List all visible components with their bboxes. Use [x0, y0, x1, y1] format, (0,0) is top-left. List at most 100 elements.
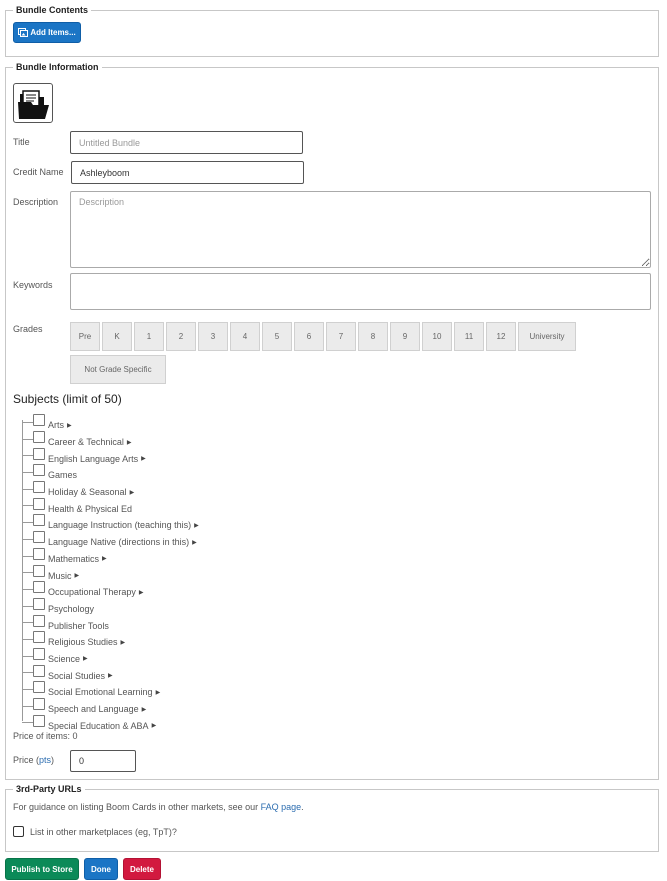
subject-label[interactable]: Holiday & Seasonal [48, 487, 127, 497]
expand-arrow-icon[interactable]: ▶ [156, 689, 161, 696]
title-label: Title [13, 137, 30, 147]
expand-arrow-icon[interactable]: ▶ [75, 572, 80, 579]
subject-item: Psychology [22, 597, 322, 615]
expand-arrow-icon[interactable]: ▶ [108, 672, 113, 679]
publish-to-store-button[interactable]: Publish to Store [5, 858, 79, 880]
delete-button[interactable]: Delete [123, 858, 161, 880]
subject-label[interactable]: Social Emotional Learning [48, 687, 153, 697]
grade-7[interactable]: 7 [326, 322, 356, 351]
subject-checkbox[interactable] [33, 564, 45, 577]
expand-arrow-icon[interactable]: ▶ [194, 522, 199, 529]
subject-checkbox[interactable] [33, 597, 45, 610]
price-label: Price (pts) [13, 755, 55, 765]
done-button[interactable]: Done [84, 858, 118, 880]
add-image-icon [18, 28, 29, 37]
subject-item: Social Emotional Learning ▶ [22, 681, 322, 698]
subject-label[interactable]: Arts [48, 420, 64, 430]
grade-12[interactable]: 12 [486, 322, 516, 351]
subject-checkbox[interactable] [33, 447, 45, 460]
expand-arrow-icon[interactable]: ▶ [83, 655, 88, 662]
grade-pre[interactable]: Pre [70, 322, 100, 351]
bundle-icon-tile[interactable] [13, 83, 53, 123]
subject-item: Mathematics ▶ [22, 547, 322, 565]
subject-item: Language Native (directions in this) ▶ [22, 531, 322, 548]
grade-3[interactable]: 3 [198, 322, 228, 351]
subject-checkbox[interactable] [33, 514, 45, 527]
expand-arrow-icon[interactable]: ▶ [121, 639, 126, 646]
subject-label[interactable]: Music [48, 571, 72, 581]
grade-8[interactable]: 8 [358, 322, 388, 351]
subject-checkbox[interactable] [33, 631, 45, 644]
subject-label[interactable]: Career & Technical [48, 437, 124, 447]
guidance-text-end: . [301, 802, 304, 812]
expand-arrow-icon[interactable]: ▶ [130, 489, 135, 496]
title-input[interactable] [70, 131, 303, 154]
subject-label[interactable]: Social Studies [48, 671, 105, 681]
subject-label[interactable]: Health & Physical Ed [48, 504, 132, 514]
grade-4[interactable]: 4 [230, 322, 260, 351]
subject-item: Science ▶ [22, 647, 322, 665]
keywords-input[interactable] [70, 273, 651, 310]
subject-item: Music ▶ [22, 564, 322, 581]
subject-label[interactable]: Psychology [48, 604, 94, 614]
subject-checkbox[interactable] [33, 647, 45, 660]
credit-name-input[interactable] [71, 161, 304, 184]
subject-checkbox[interactable] [33, 698, 45, 711]
subject-checkbox[interactable] [33, 414, 45, 427]
subject-label[interactable]: Games [48, 470, 77, 480]
subject-label[interactable]: Science [48, 654, 80, 664]
grade-10[interactable]: 10 [422, 322, 452, 351]
grade-9[interactable]: 9 [390, 322, 420, 351]
expand-arrow-icon[interactable]: ▶ [67, 422, 72, 429]
subject-label[interactable]: Special Education & ABA [48, 721, 149, 731]
subject-checkbox[interactable] [33, 614, 45, 627]
subject-label[interactable]: Religious Studies [48, 637, 118, 647]
subject-label[interactable]: Language Instruction (teaching this) [48, 520, 191, 530]
list-marketplaces-checkbox[interactable] [13, 826, 24, 837]
subject-checkbox[interactable] [33, 581, 45, 594]
subject-label[interactable]: Publisher Tools [48, 621, 109, 631]
subject-item: Games [22, 464, 322, 481]
description-textarea[interactable] [70, 191, 651, 268]
add-items-button[interactable]: Add Items... [13, 22, 81, 43]
price-input[interactable] [70, 750, 136, 772]
expand-arrow-icon[interactable]: ▶ [142, 706, 147, 713]
subject-item: Publisher Tools [22, 614, 322, 631]
price-of-items: Price of items: 0 [13, 731, 78, 741]
subject-checkbox[interactable] [33, 531, 45, 544]
grade-1[interactable]: 1 [134, 322, 164, 351]
guidance-text-start: For guidance on listing Boom Cards in ot… [13, 802, 261, 812]
subject-checkbox[interactable] [33, 481, 45, 494]
subject-label[interactable]: English Language Arts [48, 454, 138, 464]
pts-link[interactable]: pts [39, 755, 51, 765]
subject-label[interactable]: Mathematics [48, 554, 99, 564]
subject-item: Religious Studies ▶ [22, 631, 322, 648]
subject-checkbox[interactable] [33, 497, 45, 510]
grade-5[interactable]: 5 [262, 322, 292, 351]
grade-university[interactable]: University [518, 322, 576, 351]
grade-2[interactable]: 2 [166, 322, 196, 351]
faq-link[interactable]: FAQ page [261, 802, 302, 812]
subject-label[interactable]: Speech and Language [48, 704, 139, 714]
subject-label[interactable]: Language Native (directions in this) [48, 537, 189, 547]
expand-arrow-icon[interactable]: ▶ [141, 455, 146, 462]
grade-11[interactable]: 11 [454, 322, 484, 351]
grade-6[interactable]: 6 [294, 322, 324, 351]
expand-arrow-icon[interactable]: ▶ [139, 589, 144, 596]
subject-checkbox[interactable] [33, 681, 45, 694]
subject-checkbox[interactable] [33, 547, 45, 560]
subject-checkbox[interactable] [33, 664, 45, 677]
subject-checkbox[interactable] [33, 431, 45, 444]
grade-not-specific[interactable]: Not Grade Specific [70, 355, 166, 384]
subjects-title: Subjects (limit of 50) [13, 392, 122, 406]
expand-arrow-icon[interactable]: ▶ [152, 722, 157, 729]
expand-arrow-icon[interactable]: ▶ [102, 555, 107, 562]
subject-label[interactable]: Occupational Therapy [48, 587, 136, 597]
subject-checkbox[interactable] [33, 464, 45, 477]
list-marketplaces-label[interactable]: List in other marketplaces (eg, TpT)? [30, 827, 177, 837]
expand-arrow-icon[interactable]: ▶ [192, 539, 197, 546]
subject-item: Language Instruction (teaching this) ▶ [22, 514, 322, 531]
grade-k[interactable]: K [102, 322, 132, 351]
subject-checkbox[interactable] [33, 714, 45, 727]
expand-arrow-icon[interactable]: ▶ [127, 439, 132, 446]
